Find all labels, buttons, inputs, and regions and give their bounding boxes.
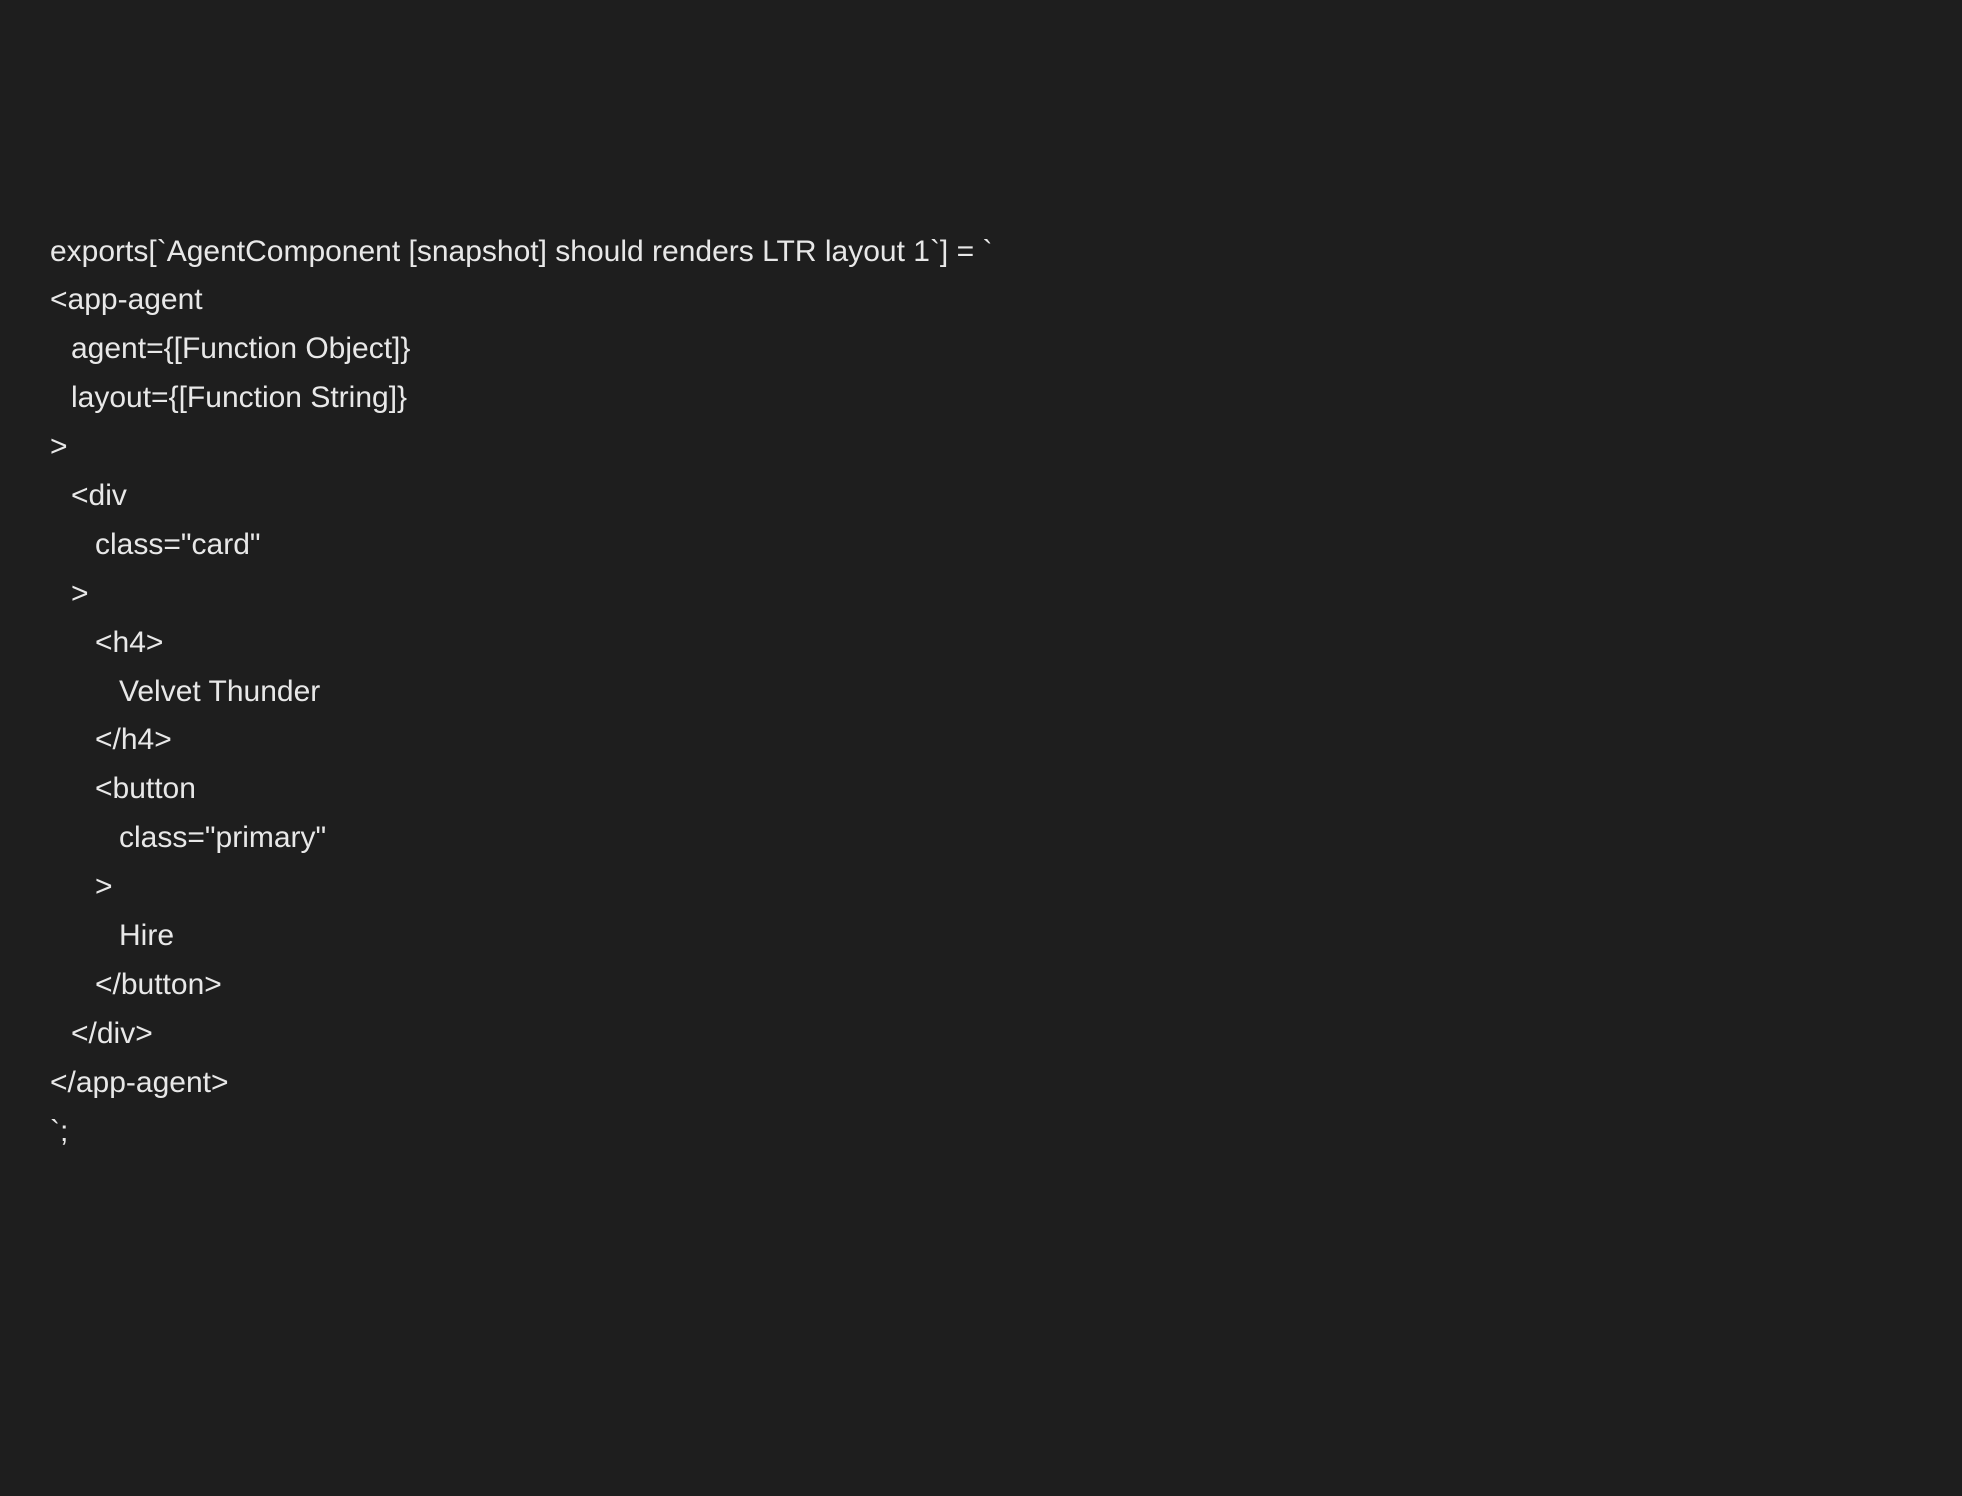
code-line: </button>	[50, 961, 1912, 1010]
code-line: >	[50, 570, 1912, 619]
code-line: `;	[50, 1108, 1912, 1157]
code-line: Hire	[50, 912, 1912, 961]
code-line: class="primary"	[50, 814, 1912, 863]
code-line: exports[`AgentComponent [snapshot] shoul…	[50, 228, 1912, 277]
code-line: </h4>	[50, 716, 1912, 765]
code-line: >	[50, 863, 1912, 912]
code-line: >	[50, 423, 1912, 472]
code-line: class="card"	[50, 521, 1912, 570]
code-line: <h4>	[50, 619, 1912, 668]
code-line: <button	[50, 765, 1912, 814]
code-line: <app-agent	[50, 276, 1912, 325]
code-line: layout={[Function String]}	[50, 374, 1912, 423]
code-line: <div	[50, 472, 1912, 521]
code-line: </div>	[50, 1010, 1912, 1059]
code-line: agent={[Function Object]}	[50, 325, 1912, 374]
code-line: </app-agent>	[50, 1059, 1912, 1108]
code-line: Velvet Thunder	[50, 668, 1912, 717]
code-block: exports[`AgentComponent [snapshot] shoul…	[50, 228, 1912, 1157]
